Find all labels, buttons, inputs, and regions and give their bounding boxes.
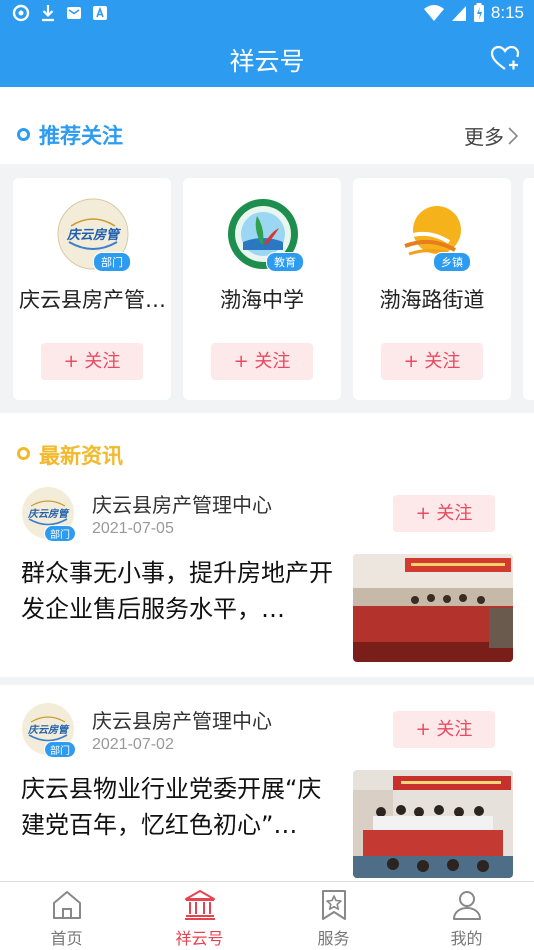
nav-home[interactable]: 首页 (0, 882, 133, 950)
app-screen: 8:15 祥云号 推荐关注 更多 庆云房管 部门 庆云县房产管… + 关注 教育… (0, 0, 534, 950)
status-bar: 8:15 (0, 0, 534, 28)
bank-icon (184, 890, 215, 920)
page-title: 祥云号 (229, 47, 305, 76)
category-tag: 部门 (44, 741, 76, 758)
mail-icon (67, 7, 81, 19)
nav-mine[interactable]: 我的 (400, 882, 533, 950)
nav-service[interactable]: 服务 (267, 882, 400, 950)
logo-text: 庆云房管 (66, 227, 122, 243)
heart-add-icon[interactable] (490, 44, 520, 72)
follow-button[interactable]: + 关注 (393, 495, 495, 532)
wifi-icon (423, 5, 444, 21)
section-dot-icon (17, 128, 30, 141)
category-tag: 乡镇 (433, 252, 471, 272)
recommend-title: 推荐关注 (39, 124, 123, 148)
recommend-carousel[interactable]: 庆云房管 部门 庆云县房产管… + 关注 教育 渤海中学 + 关注 乡镇 渤海路… (0, 164, 534, 413)
clock-time: 8:15 (490, 3, 524, 22)
publish-date: 2021-07-02 (92, 736, 174, 753)
signal-icon (451, 6, 466, 21)
recommend-name: 庆云县房产管… (19, 288, 165, 312)
nav-label: 我的 (450, 929, 483, 948)
recommend-card[interactable]: 乡镇 渤海路街道 + 关注 (353, 178, 511, 400)
logo-text: 庆云房管 (27, 508, 70, 520)
recommend-card[interactable]: 教育 渤海中学 + 关注 (183, 178, 341, 400)
star-bookmark-icon (321, 890, 346, 920)
app-notification-icon (12, 4, 30, 22)
nav-label: 首页 (50, 929, 83, 948)
news-thumbnail[interactable] (353, 770, 513, 878)
logo-text: 庆云房管 (27, 724, 70, 736)
source-name[interactable]: 庆云县房产管理中心 (92, 489, 272, 518)
follow-button[interactable]: + 关注 (393, 711, 495, 748)
font-icon (93, 6, 107, 20)
recommend-name: 渤海路街道 (379, 288, 485, 312)
news-section: 最新资讯 庆云房管 部门 庆云县房产管理中心 2021-07-05 + 关注 群… (0, 413, 534, 677)
news-title: 最新资讯 (39, 444, 123, 468)
recommend-card-peek[interactable] (523, 178, 534, 400)
news-headline[interactable]: 群众事无小事，提升房地产开发企业售后服务水平，… (21, 555, 339, 627)
follow-button[interactable]: + 关注 (211, 343, 313, 380)
publish-date: 2021-07-05 (92, 520, 174, 537)
more-label: 更多 (464, 125, 504, 149)
recommend-name: 渤海中学 (220, 288, 304, 312)
source-name[interactable]: 庆云县房产管理中心 (92, 705, 272, 734)
recommend-section-header: 推荐关注 更多 (0, 87, 534, 164)
category-tag: 教育 (266, 252, 304, 272)
chevron-right-icon (508, 126, 518, 145)
recommend-card[interactable]: 庆云房管 部门 庆云县房产管… + 关注 (13, 178, 171, 400)
news-item[interactable]: 庆云房管 部门 庆云县房产管理中心 2021-07-02 + 关注 庆云县物业行… (0, 685, 534, 881)
battery-icon (473, 3, 484, 22)
nav-label: 服务 (317, 929, 350, 948)
section-dot-icon (17, 447, 30, 460)
nav-label: 祥云号 (175, 929, 224, 948)
home-icon (52, 891, 81, 919)
user-icon (452, 891, 481, 920)
follow-button[interactable]: + 关注 (41, 343, 143, 380)
news-thumbnail[interactable] (353, 554, 513, 662)
nav-xiangyunhao[interactable]: 祥云号 (133, 882, 266, 950)
follow-button[interactable]: + 关注 (381, 343, 483, 380)
title-bar: 祥云号 (0, 28, 534, 87)
download-icon (42, 5, 54, 22)
news-headline[interactable]: 庆云县物业行业党委开展“庆建党百年，忆红色初心”… (21, 771, 339, 843)
category-tag: 部门 (44, 525, 76, 542)
more-link[interactable]: 更多 (464, 121, 518, 150)
category-tag: 部门 (93, 252, 131, 272)
bottom-nav: 首页 祥云号 服务 我的 (0, 881, 534, 950)
